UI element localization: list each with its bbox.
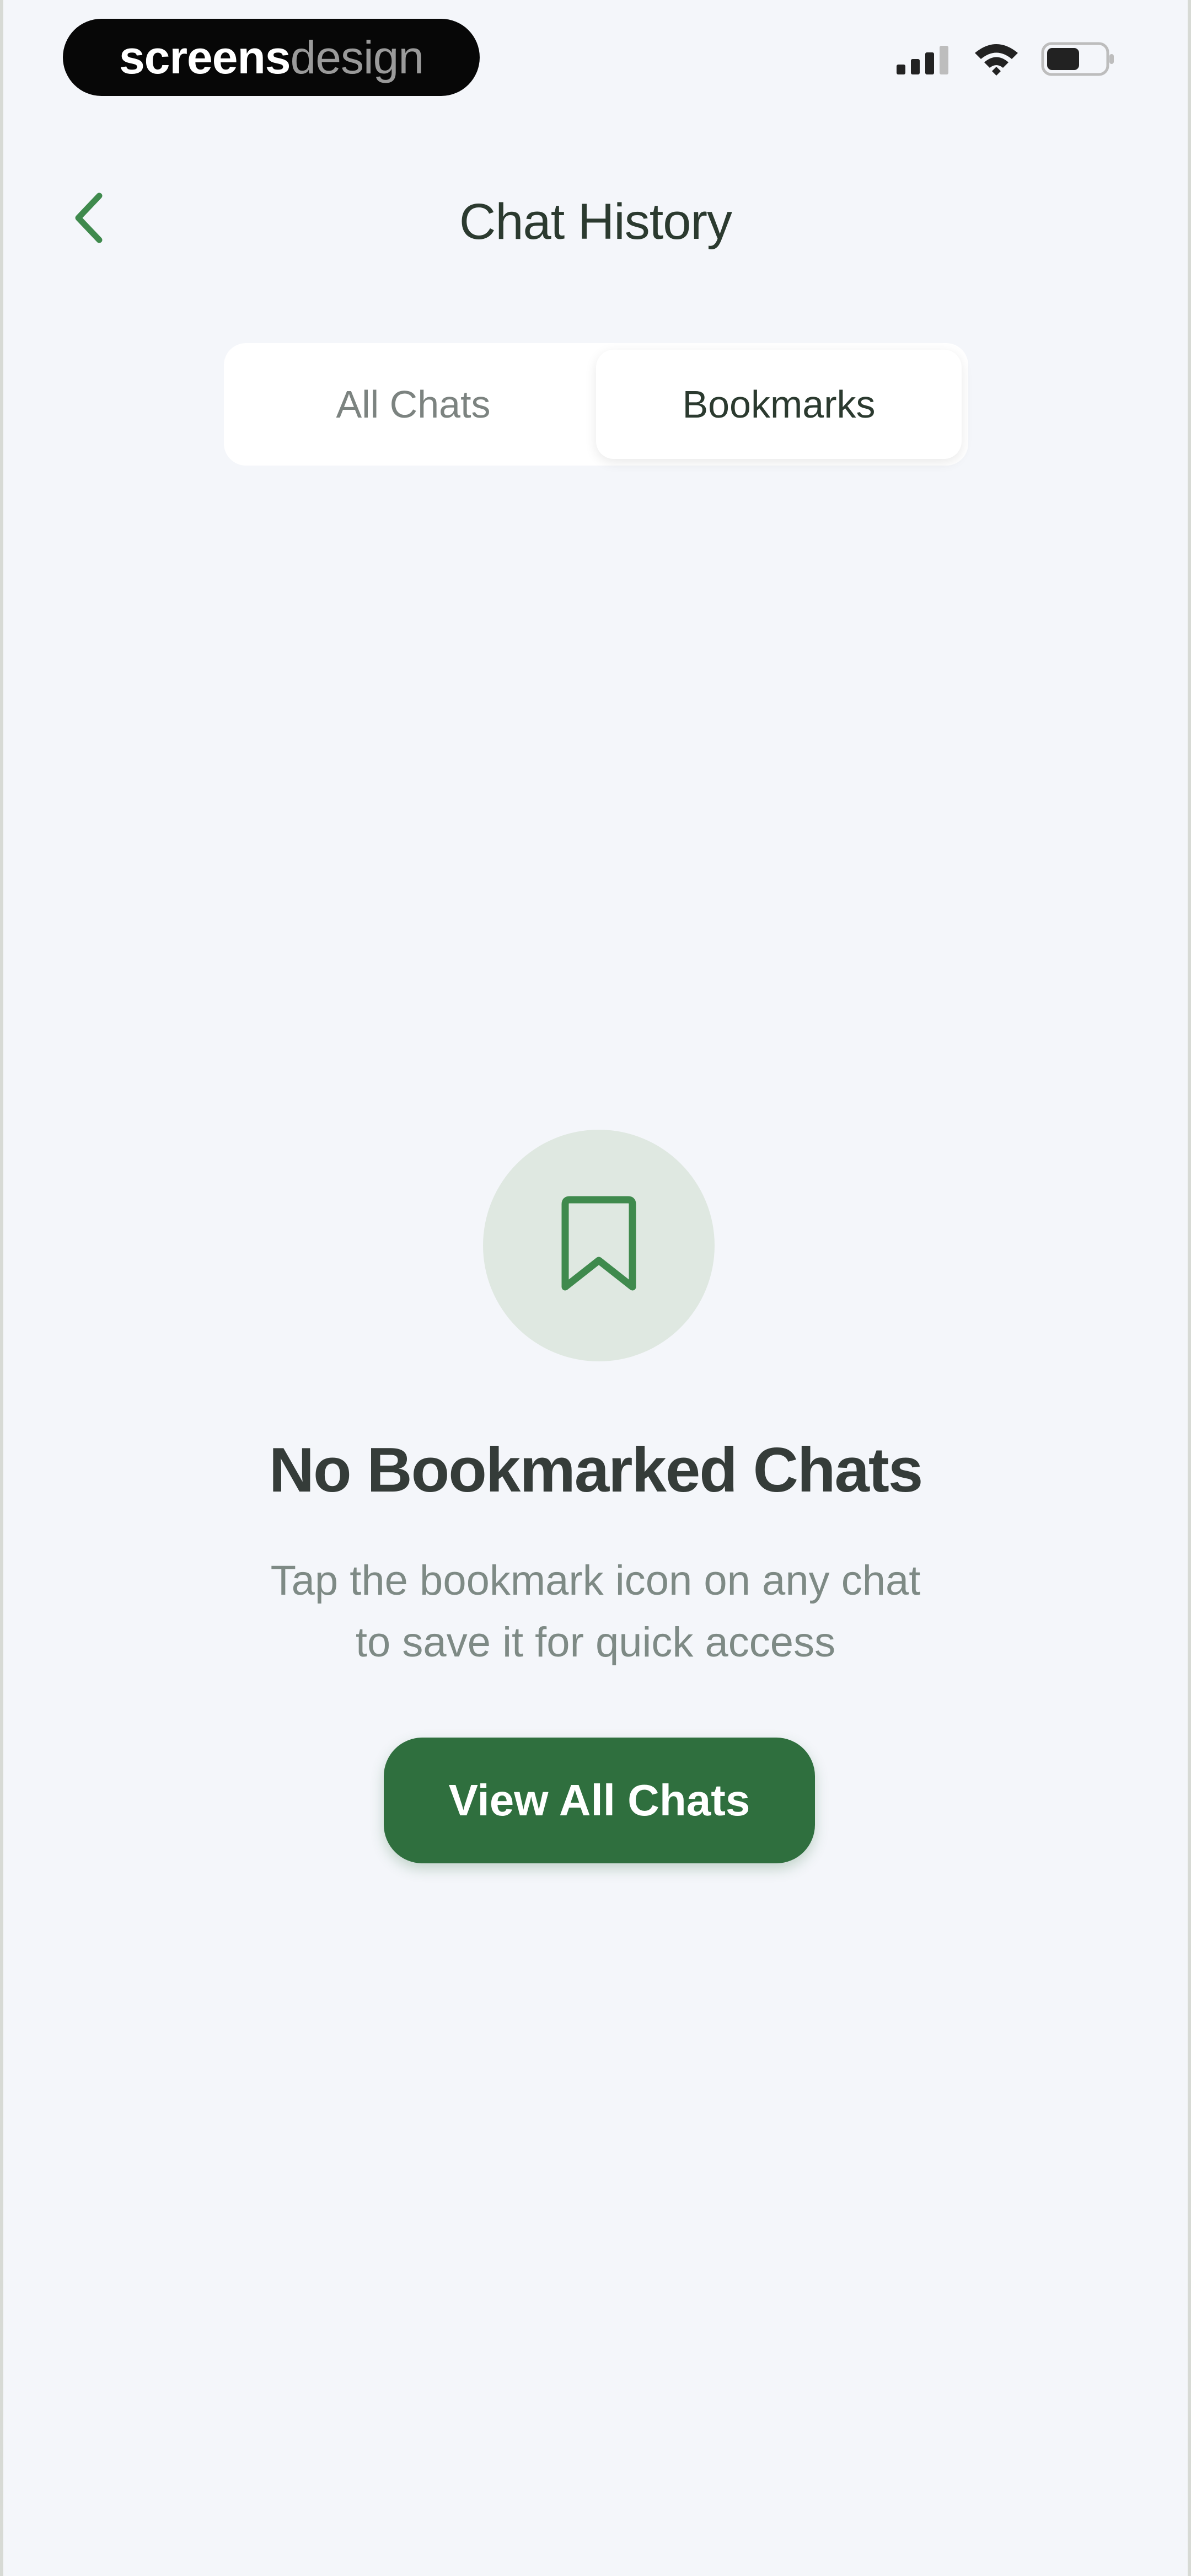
- wifi-icon: [973, 41, 1020, 80]
- bookmark-icon: [557, 1192, 640, 1300]
- page-title: Chat History: [459, 194, 732, 250]
- status-icons: [897, 41, 1116, 80]
- signal-icon: [897, 44, 952, 77]
- empty-state-description: Tap the bookmark icon on any chat to sav…: [213, 1550, 978, 1674]
- header: Chat History: [3, 177, 1188, 265]
- tab-bar: All Chats Bookmarks: [224, 343, 968, 466]
- view-all-chats-button[interactable]: View All Chats: [384, 1738, 815, 1863]
- tab-bookmarks[interactable]: Bookmarks: [596, 350, 962, 459]
- empty-state-description-line-1: Tap the bookmark icon on any chat: [270, 1557, 921, 1604]
- screen: screens design Chat History All Chats Bo…: [0, 0, 1191, 2576]
- brand-logo-light: design: [290, 31, 425, 83]
- brand-logo-bold: screens: [119, 31, 291, 83]
- empty-state-description-line-2: to save it for quick access: [355, 1619, 836, 1666]
- battery-icon: [1041, 42, 1116, 79]
- brand-logo: screens design: [63, 19, 480, 96]
- empty-state-icon-circle: [483, 1130, 715, 1361]
- status-bar: screens design: [3, 17, 1188, 99]
- tab-all-chats[interactable]: All Chats: [230, 350, 596, 459]
- empty-state-title: No Bookmarked Chats: [269, 1435, 924, 1505]
